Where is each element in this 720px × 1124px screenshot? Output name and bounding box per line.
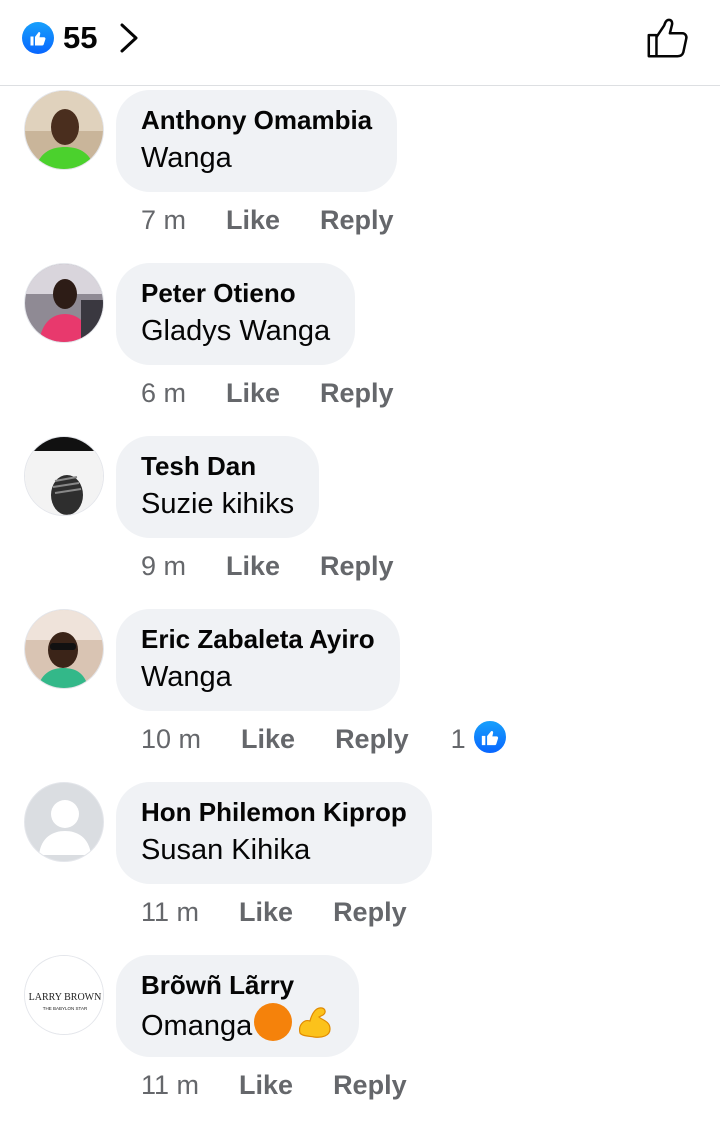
comment-bubble[interactable]: Peter Otieno Gladys Wanga bbox=[116, 263, 356, 365]
comment-time[interactable]: 11 m bbox=[141, 897, 199, 928]
comment-item: Tesh Dan Suzie kihiks 9 m Like Reply bbox=[0, 432, 720, 605]
reactions-header: 55 bbox=[0, 0, 720, 86]
reply-link[interactable]: Reply bbox=[333, 1070, 407, 1101]
svg-text:LARRY BROWN: LARRY BROWN bbox=[29, 992, 102, 1003]
reply-link[interactable]: Reply bbox=[320, 551, 394, 582]
like-link[interactable]: Like bbox=[239, 897, 293, 928]
comment-author[interactable]: Anthony Omambia bbox=[141, 104, 372, 136]
comment-time[interactable]: 7 m bbox=[141, 205, 186, 236]
comment-actions: 6 m Like Reply bbox=[141, 373, 394, 413]
comment-time[interactable]: 10 m bbox=[141, 724, 201, 755]
comment-actions: 7 m Like Reply bbox=[141, 200, 394, 240]
comment-author[interactable]: Tesh Dan bbox=[141, 450, 294, 482]
comment-actions: 11 m Like Reply bbox=[141, 892, 407, 932]
comment-author[interactable]: Peter Otieno bbox=[141, 277, 330, 309]
chevron-right-icon[interactable] bbox=[118, 22, 140, 54]
comment-item: Anthony Omambia Wanga 7 m Like Reply bbox=[0, 86, 720, 259]
avatar[interactable] bbox=[24, 609, 104, 689]
comment-time[interactable]: 9 m bbox=[141, 551, 186, 582]
comment-actions: 9 m Like Reply bbox=[141, 546, 394, 586]
reply-link[interactable]: Reply bbox=[335, 724, 409, 755]
comment-item: Hon Philemon Kiprop Susan Kihika 11 m Li… bbox=[0, 778, 720, 951]
flexed-biceps-emoji bbox=[299, 1007, 331, 1038]
like-link[interactable]: Like bbox=[226, 205, 280, 236]
comment-bubble[interactable]: Brõwñ Lãrry Omanga bbox=[116, 955, 360, 1057]
comment-text: Susan Kihika bbox=[141, 834, 311, 866]
comment-bubble[interactable]: Hon Philemon Kiprop Susan Kihika bbox=[116, 782, 432, 884]
svg-text:THE BABYLON STAR: THE BABYLON STAR bbox=[43, 1006, 88, 1011]
comment-text: Gladys Wanga bbox=[141, 315, 331, 347]
comment-time[interactable]: 11 m bbox=[141, 1070, 199, 1101]
orange-circle-emoji bbox=[254, 1003, 293, 1041]
avatar[interactable] bbox=[24, 436, 104, 516]
like-link[interactable]: Like bbox=[241, 724, 295, 755]
like-link[interactable]: Like bbox=[239, 1070, 293, 1101]
comment-actions: 10 m Like Reply 1 bbox=[141, 719, 508, 759]
comment-author[interactable]: Hon Philemon Kiprop bbox=[141, 796, 407, 828]
like-button-icon[interactable] bbox=[644, 16, 690, 62]
avatar[interactable] bbox=[24, 782, 104, 862]
reaction-count[interactable]: 55 bbox=[63, 19, 97, 57]
comment-time[interactable]: 6 m bbox=[141, 378, 186, 409]
like-reaction-icon bbox=[22, 22, 54, 54]
reply-link[interactable]: Reply bbox=[320, 205, 394, 236]
larry-brown-logo: LARRY BROWN THE BABYLON STAR bbox=[25, 956, 103, 1034]
avatar[interactable] bbox=[24, 263, 104, 343]
like-link[interactable]: Like bbox=[226, 551, 280, 582]
comment-item: Eric Zabaleta Ayiro Wanga 10 m Like Repl… bbox=[0, 605, 720, 778]
comment-item: Peter Otieno Gladys Wanga 6 m Like Reply bbox=[0, 259, 720, 432]
comment-author[interactable]: Brõwñ Lãrry bbox=[141, 969, 334, 1001]
like-reaction-icon bbox=[471, 719, 508, 755]
comment-text: Suzie kihiks bbox=[141, 488, 295, 520]
comment-bubble[interactable]: Eric Zabaleta Ayiro Wanga bbox=[116, 609, 400, 711]
comment-item: LARRY BROWN THE BABYLON STAR Brõwñ Lãrry… bbox=[0, 951, 720, 1124]
like-link[interactable]: Like bbox=[226, 378, 280, 409]
comment-actions: 11 m Like Reply bbox=[141, 1065, 407, 1105]
comment-text: Omanga bbox=[141, 1010, 253, 1042]
comment-author[interactable]: Eric Zabaleta Ayiro bbox=[141, 623, 375, 655]
comment-text-row: Omanga bbox=[141, 1003, 334, 1046]
reply-link[interactable]: Reply bbox=[320, 378, 394, 409]
avatar[interactable]: LARRY BROWN THE BABYLON STAR bbox=[24, 955, 104, 1035]
comment-bubble[interactable]: Anthony Omambia Wanga bbox=[116, 90, 398, 192]
comment-text: Wanga bbox=[141, 661, 232, 693]
comment-text: Wanga bbox=[141, 142, 232, 174]
avatar[interactable] bbox=[24, 90, 104, 170]
comment-reaction-count[interactable]: 1 bbox=[451, 724, 466, 755]
reply-link[interactable]: Reply bbox=[333, 897, 407, 928]
comment-bubble[interactable]: Tesh Dan Suzie kihiks bbox=[116, 436, 320, 538]
